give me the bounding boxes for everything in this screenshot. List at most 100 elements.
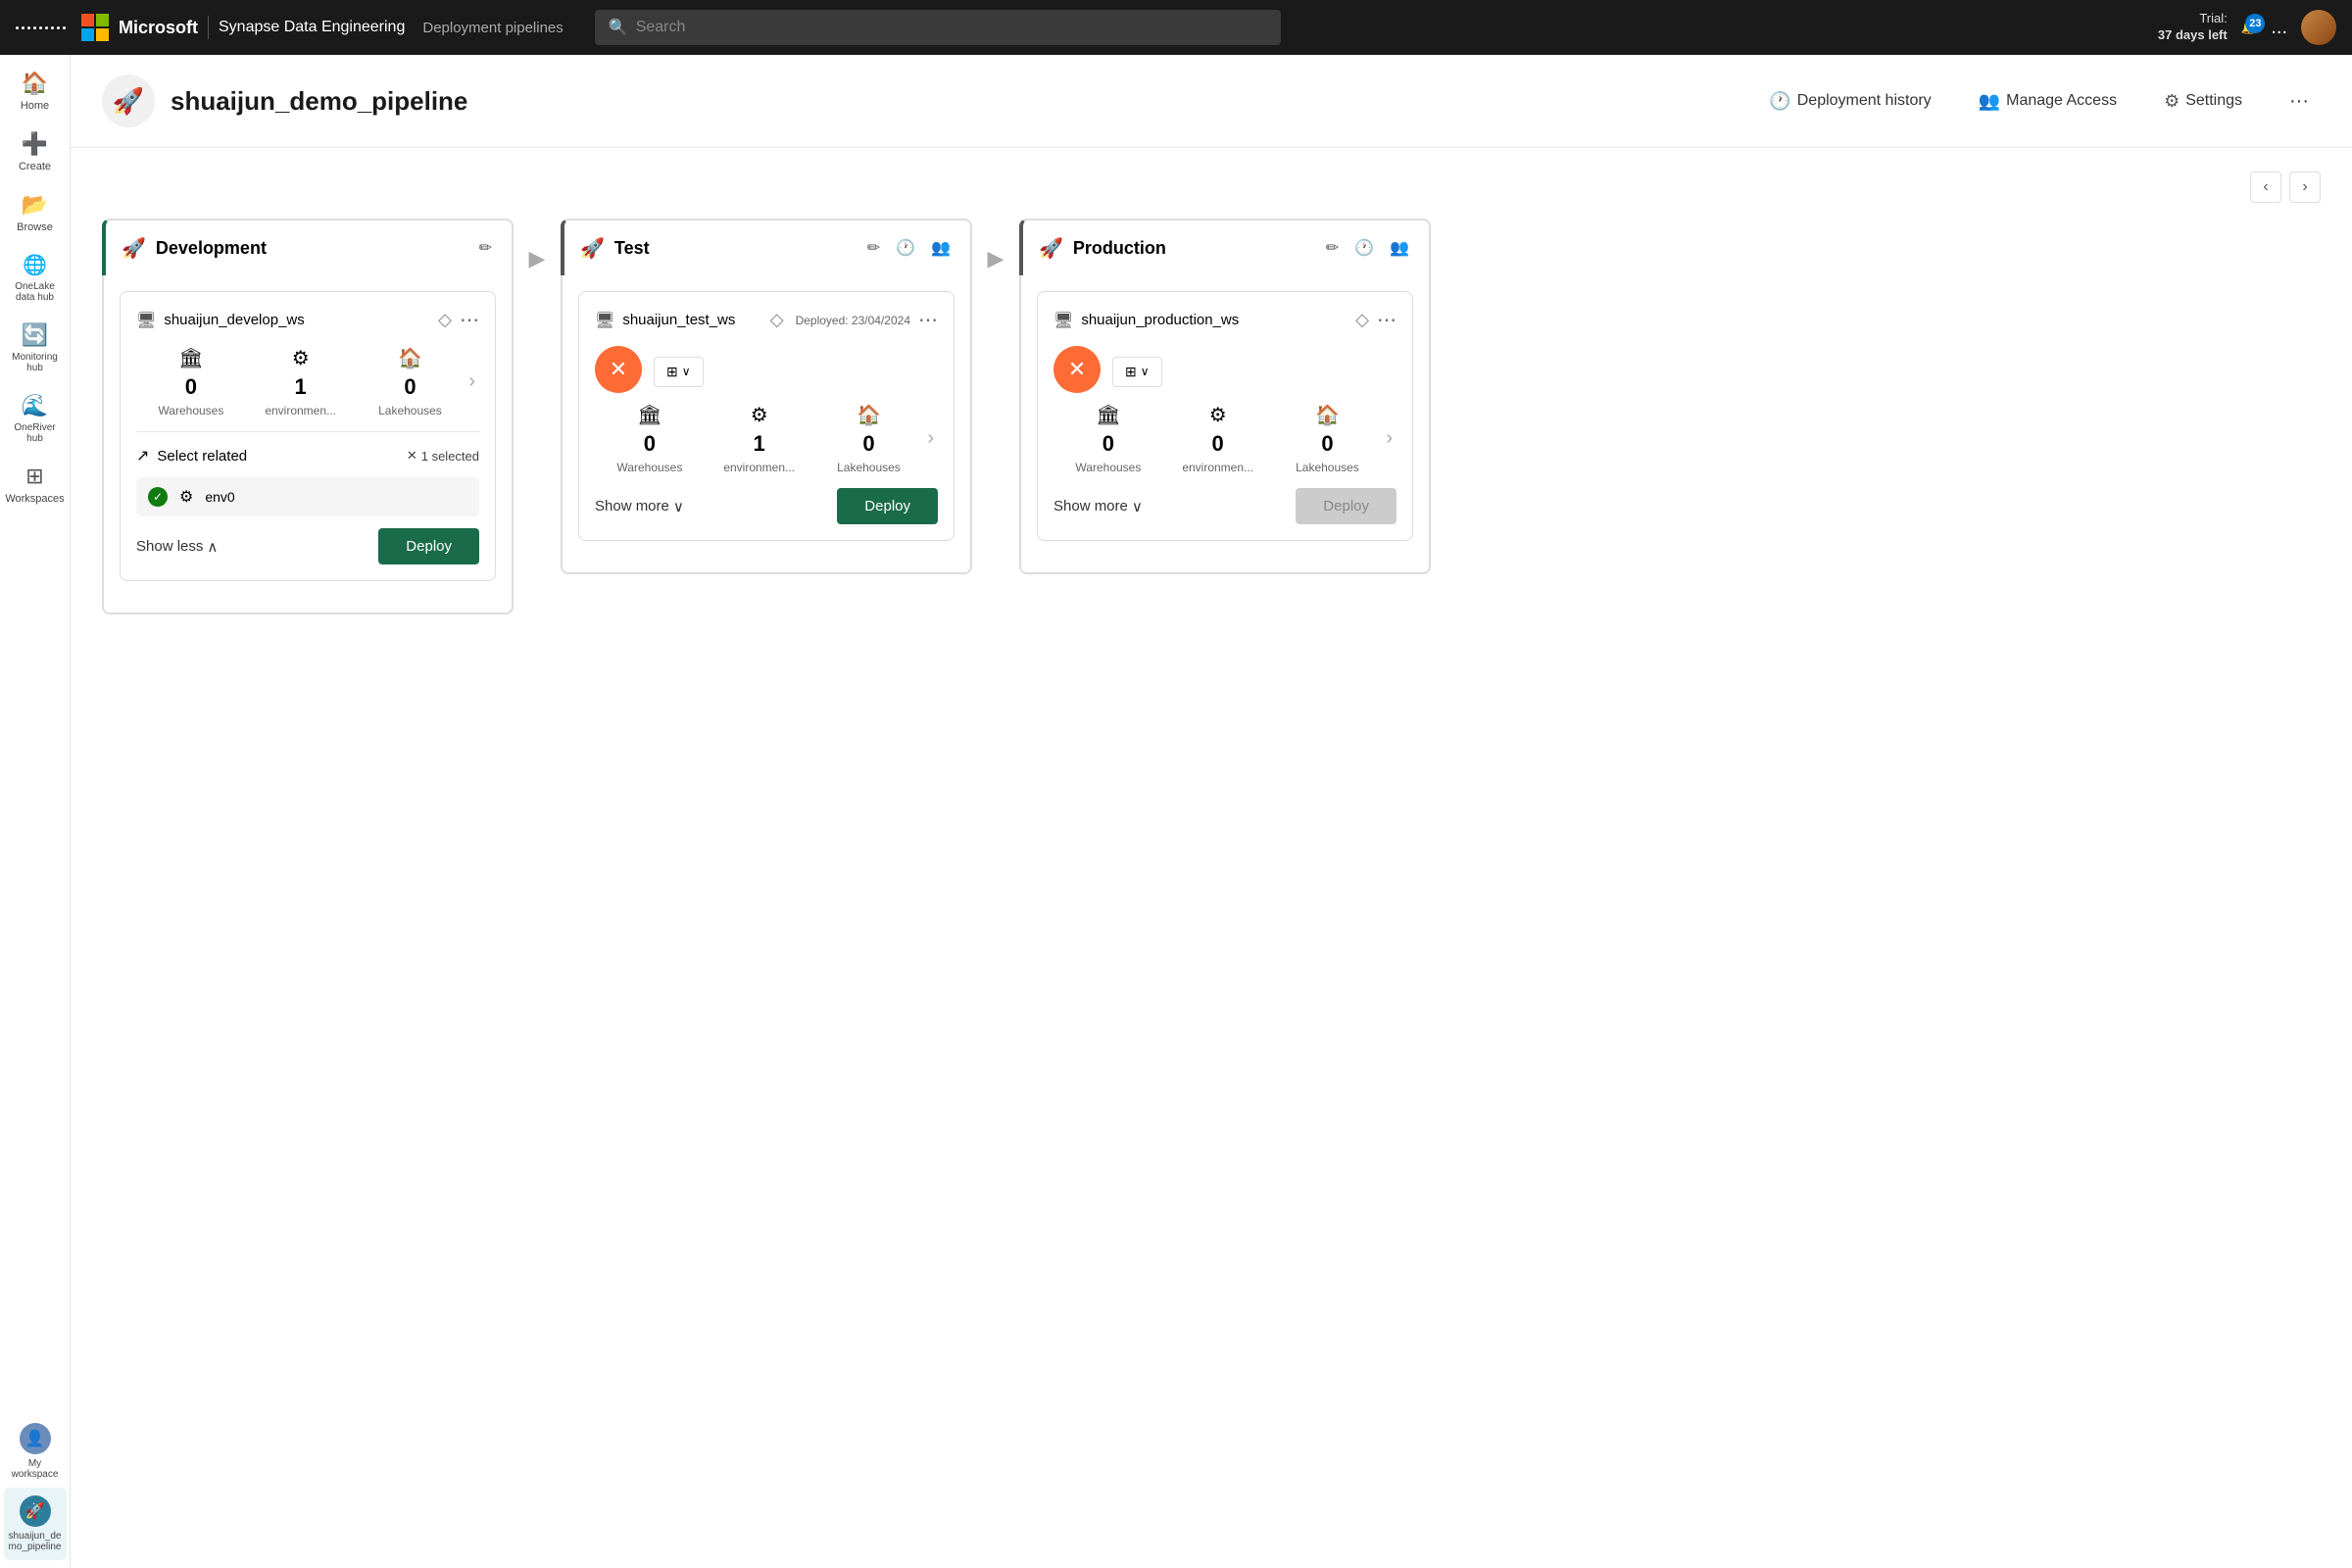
- manage-access-button[interactable]: 👥 Manage Access: [1967, 83, 2129, 120]
- prod-ws-icon: 🖥: [1054, 311, 1073, 330]
- test-stats-arrow[interactable]: ›: [923, 427, 938, 450]
- stage-test-history-button[interactable]: 🕐: [892, 234, 919, 262]
- pipeline-area: ‹ › 🚀 Development ✏: [71, 148, 2352, 1568]
- avatar-image: [2301, 10, 2336, 45]
- sidebar-item-pipeline[interactable]: 🚀 shuaijun_demo_pipeline: [4, 1488, 67, 1560]
- onelake-icon: 🌐: [23, 253, 47, 277]
- env-check-icon: ✓: [148, 487, 168, 507]
- pipeline-icon-symbol: 🚀: [25, 1501, 45, 1521]
- stage-prod-actions: ✏ 🕐 👥: [1322, 234, 1413, 262]
- sidebar-item-home[interactable]: 🏠 Home: [4, 63, 67, 120]
- prod-stat-lakehouses: 🏠 0 Lakehouses: [1273, 403, 1383, 474]
- prod-deploy-button[interactable]: Deploy: [1296, 488, 1396, 524]
- prod-spinner: ✕: [1054, 346, 1101, 393]
- sidebar-item-oneriver[interactable]: 🌊 OneRiverhub: [4, 385, 67, 452]
- pipeline-ctrl-icon: ⊞: [666, 364, 678, 380]
- history-icon: 🕐: [1769, 91, 1790, 112]
- dev-show-chevron: ∧: [207, 538, 218, 556]
- sidebar-item-onelake[interactable]: 🌐 OneLakedata hub: [4, 245, 67, 311]
- avatar[interactable]: [2301, 10, 2336, 45]
- sidebar-item-workspaces[interactable]: ⊞ Workspaces: [4, 456, 67, 513]
- dev-lakehouse-icon: 🏠: [398, 346, 422, 370]
- test-deploy-button[interactable]: Deploy: [837, 488, 938, 524]
- prod-pipeline-ctrl-button[interactable]: ⊞ ∨: [1112, 357, 1162, 387]
- test-env-label: environmen...: [723, 461, 795, 474]
- prod-ws-badge: ◇: [1355, 310, 1369, 330]
- prod-show-toggle-button[interactable]: Show more ∨: [1054, 492, 1143, 521]
- settings-label: Settings: [2185, 92, 2242, 110]
- prod-lakehouse-icon: 🏠: [1315, 403, 1340, 427]
- dev-env-icon: ⚙: [292, 346, 310, 370]
- test-ws-name: shuaijun_test_ws: [622, 312, 761, 328]
- test-stat-warehouses: 🏛 0 Warehouses: [595, 403, 705, 474]
- prod-env-label: environmen...: [1182, 461, 1253, 474]
- test-show-toggle-button[interactable]: Show more ∨: [595, 492, 684, 521]
- sidebar-item-pipeline-label: shuaijun_demo_pipeline: [9, 1531, 62, 1552]
- test-pipeline-ctrl-button[interactable]: ⊞ ∨: [654, 357, 704, 387]
- sidebar-item-create[interactable]: ➕ Create: [4, 123, 67, 180]
- main-content: 🚀 shuaijun_demo_pipeline 🕐 Deployment hi…: [71, 55, 2352, 1568]
- sidebar-item-monitoring[interactable]: 🔄 Monitoringhub: [4, 315, 67, 381]
- sidebar-item-browse[interactable]: 📂 Browse: [4, 184, 67, 241]
- search-bar[interactable]: 🔍: [595, 10, 1281, 45]
- deployment-history-label: Deployment history: [1797, 92, 1932, 110]
- stage-prod-access-button[interactable]: 👥: [1386, 234, 1413, 262]
- prod-show-label: Show more: [1054, 498, 1128, 514]
- prod-ws-menu-button[interactable]: ⋯: [1377, 308, 1396, 332]
- test-lakehouse-icon: 🏠: [857, 403, 881, 427]
- search-input[interactable]: [636, 19, 1267, 36]
- page-icon: 🚀: [102, 74, 155, 127]
- deployment-history-button[interactable]: 🕐 Deployment history: [1757, 83, 1942, 120]
- notification-button[interactable]: 🔔 23: [2241, 20, 2258, 35]
- test-workspace-card: 🖥 shuaijun_test_ws ◇ Deployed: 23/04/202…: [578, 291, 955, 541]
- test-warehouse-icon: 🏛: [637, 403, 662, 427]
- test-ws-badge: ◇: [770, 310, 784, 330]
- page-more-button[interactable]: ···: [2278, 82, 2321, 121]
- env-item-env0[interactable]: ✓ ⚙ env0: [136, 477, 479, 516]
- test-bottom-actions: Show more ∨ Deploy: [595, 488, 938, 524]
- workspaces-icon: ⊞: [25, 464, 43, 489]
- pipeline-ctrl-dropdown: ∨: [682, 365, 691, 378]
- dev-stats-arrow[interactable]: ›: [465, 370, 479, 393]
- stage-test-body: 🖥 shuaijun_test_ws ◇ Deployed: 23/04/202…: [561, 275, 972, 574]
- stage-prod-history-button[interactable]: 🕐: [1350, 234, 1378, 262]
- test-deployed-text: Deployed: 23/04/2024: [796, 314, 910, 327]
- stage-test-edit-button[interactable]: ✏: [863, 234, 884, 262]
- dev-select-related-header: ↗ Select related ✕ 1 selected: [136, 446, 479, 466]
- brand: Microsoft Synapse Data Engineering Deplo…: [81, 14, 564, 41]
- dev-workspace-card: 🖥 shuaijun_develop_ws ◇ ⋯ 🏛 0 Warehouses: [120, 291, 496, 581]
- dev-show-toggle-button[interactable]: Show less ∧: [136, 532, 218, 562]
- more-options-button[interactable]: ...: [2271, 17, 2287, 39]
- topnav-right: Trial: 37 days left 🔔 23 ...: [2158, 10, 2336, 45]
- sidebar-item-my-workspace-label: Myworkspace: [12, 1458, 59, 1480]
- dev-ws-menu-button[interactable]: ⋯: [460, 308, 479, 332]
- prod-stats-arrow[interactable]: ›: [1382, 427, 1396, 450]
- dev-lakehouse-label: Lakehouses: [378, 404, 442, 417]
- env-type-icon: ⚙: [179, 487, 193, 507]
- trial-days: 37 days left: [2158, 27, 2228, 44]
- settings-button[interactable]: ⚙ Settings: [2152, 83, 2254, 120]
- test-warehouse-value: 0: [644, 431, 656, 457]
- app-grid-icon[interactable]: [16, 26, 66, 29]
- stage-prod-edit-button[interactable]: ✏: [1322, 234, 1343, 262]
- stage-dev-edit-button[interactable]: ✏: [475, 234, 496, 262]
- prod-warehouse-value: 0: [1102, 431, 1114, 457]
- dev-deploy-button[interactable]: Deploy: [378, 528, 479, 564]
- sidebar-item-my-workspace[interactable]: 👤 Myworkspace: [4, 1415, 67, 1488]
- test-ws-menu-button[interactable]: ⋯: [918, 308, 938, 332]
- nav-next-button[interactable]: ›: [2289, 172, 2321, 203]
- stage-arrow-dev-test: ▶: [514, 219, 561, 271]
- stage-test-access-button[interactable]: 👥: [927, 234, 955, 262]
- page-title: shuaijun_demo_pipeline: [171, 86, 1741, 117]
- stage-test-header: 🚀 Test ✏ 🕐 👥: [561, 219, 972, 275]
- stage-dev-icon: 🚀: [122, 236, 146, 261]
- create-icon: ➕: [22, 131, 48, 157]
- prod-workspace-card: 🖥 shuaijun_production_ws ◇ ⋯ ✕ ⊞: [1037, 291, 1413, 541]
- dev-stat-lakehouses: 🏠 0 Lakehouses: [356, 346, 466, 417]
- select-related-title: Select related: [157, 448, 398, 465]
- nav-prev-button[interactable]: ‹: [2250, 172, 2281, 203]
- clear-selection-button[interactable]: ✕ 1 selected: [407, 448, 479, 464]
- test-spinner-area: ✕ ⊞ ∨: [595, 346, 938, 393]
- brand-name: Microsoft: [119, 18, 198, 38]
- prod-warehouse-label: Warehouses: [1075, 461, 1141, 474]
